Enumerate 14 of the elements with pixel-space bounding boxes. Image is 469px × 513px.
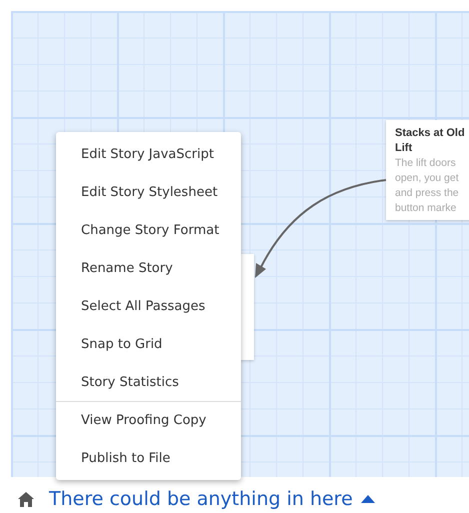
menu-item[interactable]: Rename Story [56,249,241,287]
menu-item[interactable]: Edit Story Stylesheet [56,173,241,211]
menu-item[interactable]: Publish to File [56,439,241,477]
passage-excerpt: The lift doors open, you get and press the button marke [395,156,460,216]
home-icon[interactable] [17,491,35,507]
caret-up-icon [360,495,375,503]
passage-title: Stacks at Old Lift [395,126,466,156]
menu-item[interactable]: Change Story Format [56,211,241,249]
menu-item[interactable]: Select All Passages [56,287,241,325]
story-name-link[interactable]: There could be anything in here [49,487,375,511]
menu-item[interactable]: Story Statistics [56,363,241,401]
passage-card[interactable]: Stacks at Old Lift The lift doors open, you get and press the button marke [386,120,469,220]
menu-item[interactable]: Edit Story JavaScript [56,135,241,173]
menu-item[interactable]: Snap to Grid [56,325,241,363]
